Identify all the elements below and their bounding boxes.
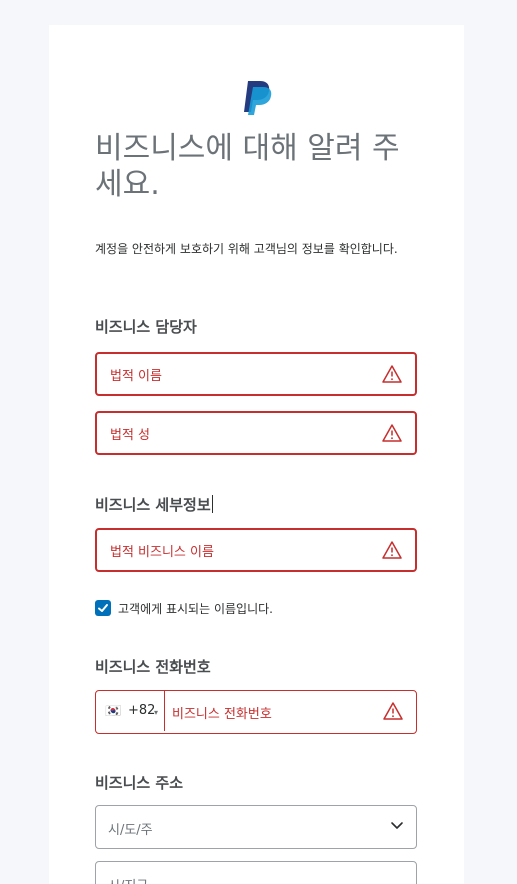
display-name-checkbox[interactable]	[95, 600, 111, 616]
page-description: 계정을 안전하게 보호하기 위해 고객님의 정보를 확인합니다.	[95, 242, 398, 256]
korea-flag-icon: 🇰🇷	[105, 704, 122, 719]
signup-card: 비즈니스에 대해 알려 주세요. 계정을 안전하게 보호하기 위해 고객님의 정…	[49, 25, 464, 884]
first-name-field[interactable]: 법적 이름	[95, 352, 417, 396]
display-name-checkbox-label: 고객에게 표시되는 이름입니다.	[118, 602, 273, 616]
section-heading-address: 비즈니스 주소	[95, 774, 184, 792]
page-title: 비즈니스에 대해 알려 주세요.	[95, 131, 400, 202]
phone-field[interactable]: 🇰🇷 +82 ▾ 비즈니스 전화번호	[95, 690, 417, 734]
section-heading-contact: 비즈니스 담당자	[95, 318, 197, 336]
last-name-field[interactable]: 법적 성	[95, 411, 417, 455]
warning-icon	[382, 541, 402, 559]
legal-business-name-field[interactable]: 법적 비즈니스 이름	[95, 528, 417, 572]
checkmark-icon	[98, 604, 108, 612]
section-heading-details-text: 비즈니스 세부정보	[95, 496, 211, 514]
legal-business-name-label: 법적 비즈니스 이름	[110, 545, 214, 560]
phone-number-label: 비즈니스 전화번호	[172, 707, 272, 722]
state-select[interactable]: 시/도/주	[95, 805, 417, 849]
paypal-logo	[244, 81, 272, 115]
city-field[interactable]: 시/지구	[95, 861, 417, 884]
chevron-down-icon	[391, 822, 403, 829]
section-heading-phone: 비즈니스 전화번호	[95, 658, 211, 676]
warning-icon	[383, 702, 403, 720]
city-field-label: 시/지구	[108, 875, 148, 884]
text-cursor	[211, 495, 213, 513]
warning-icon	[382, 424, 402, 442]
section-heading-details: 비즈니스 세부정보	[95, 494, 213, 515]
last-name-label: 법적 성	[110, 428, 151, 443]
caret-down-icon: ▾	[154, 708, 159, 717]
state-select-label: 시/도/주	[108, 823, 153, 838]
warning-icon	[382, 365, 402, 383]
divider	[164, 691, 165, 731]
country-code-selector[interactable]: +82	[128, 703, 155, 718]
first-name-label: 법적 이름	[110, 369, 162, 384]
